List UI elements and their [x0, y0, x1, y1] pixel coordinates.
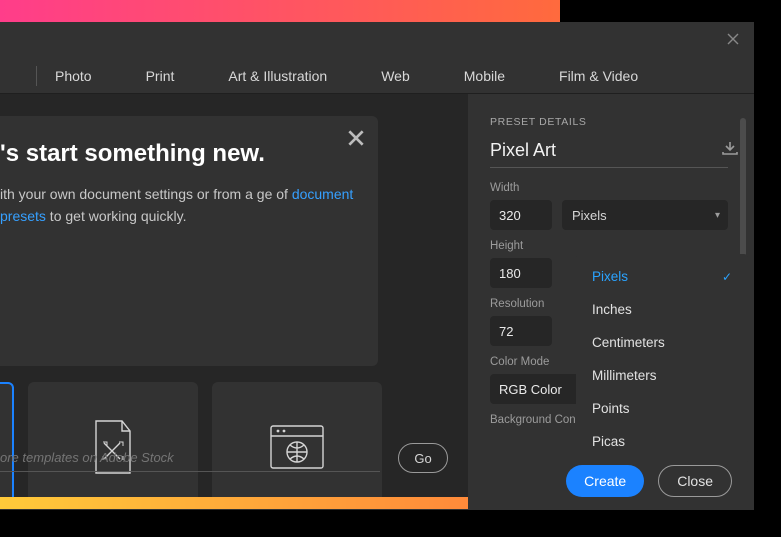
welcome-body: ith your own document settings or from a… [0, 184, 358, 227]
close-button[interactable]: Close [658, 465, 732, 497]
welcome-card: 's start something new. ith your own doc… [0, 116, 378, 366]
tab-photo[interactable]: Photo [55, 68, 92, 84]
unit-option-label: Centimeters [592, 335, 665, 350]
new-document-dialog: Photo Print Art & Illustration Web Mobil… [0, 22, 754, 510]
close-icon [348, 130, 364, 146]
unit-option-label: Points [592, 401, 630, 416]
unit-option-label: Picas [592, 434, 625, 449]
height-label: Height [490, 240, 728, 252]
tab-film-video[interactable]: Film & Video [559, 68, 638, 84]
unit-option-label: Millimeters [592, 368, 657, 383]
width-label: Width [490, 182, 728, 194]
welcome-body-post: to get working quickly. [46, 208, 187, 224]
template-area: 's start something new. ith your own doc… [0, 94, 468, 509]
welcome-close-button[interactable] [348, 130, 364, 150]
preset-name-input[interactable] [490, 140, 722, 161]
app-gradient-bar [0, 0, 560, 22]
unit-option-millimeters[interactable]: Millimeters [576, 359, 748, 392]
unit-dropdown: Pixels ✓ Inches Centimeters Millimeters … [576, 254, 748, 464]
unit-option-inches[interactable]: Inches [576, 293, 748, 326]
tab-mobile[interactable]: Mobile [464, 68, 505, 84]
close-icon [727, 33, 739, 45]
welcome-body-pre: ith your own document settings or from a… [0, 186, 292, 202]
preset-details-panel: PRESET DETAILS Width Pixels ▾ Height [468, 94, 754, 509]
check-icon: ✓ [722, 270, 732, 284]
category-tabs: Photo Print Art & Illustration Web Mobil… [0, 58, 754, 94]
footer-gradient-bar [0, 497, 468, 509]
resolution-input[interactable] [490, 316, 552, 346]
width-input[interactable] [490, 200, 552, 230]
close-dialog-button[interactable] [724, 30, 742, 48]
tab-art-illustration[interactable]: Art & Illustration [228, 68, 327, 84]
unit-option-pixels[interactable]: Pixels ✓ [576, 260, 748, 293]
stock-search-input[interactable] [0, 444, 380, 472]
width-unit-select[interactable]: Pixels ▾ [562, 200, 728, 230]
chevron-down-icon: ▾ [715, 210, 720, 221]
create-button[interactable]: Create [566, 465, 644, 497]
unit-option-centimeters[interactable]: Centimeters [576, 326, 748, 359]
height-input[interactable] [490, 258, 552, 288]
tab-separator [36, 66, 37, 86]
save-preset-button[interactable] [722, 141, 738, 160]
preset-details-header: PRESET DETAILS [490, 116, 728, 128]
tab-web[interactable]: Web [381, 68, 410, 84]
stock-search-bar: Go [0, 443, 468, 473]
welcome-title: 's start something new. [0, 140, 358, 168]
unit-option-label: Pixels [592, 269, 628, 284]
download-icon [722, 141, 738, 155]
unit-option-label: Inches [592, 302, 632, 317]
unit-option-picas[interactable]: Picas [576, 425, 748, 458]
tab-print[interactable]: Print [146, 68, 175, 84]
width-unit-value: Pixels [572, 208, 607, 223]
stock-go-button[interactable]: Go [398, 443, 448, 473]
unit-option-points[interactable]: Points [576, 392, 748, 425]
